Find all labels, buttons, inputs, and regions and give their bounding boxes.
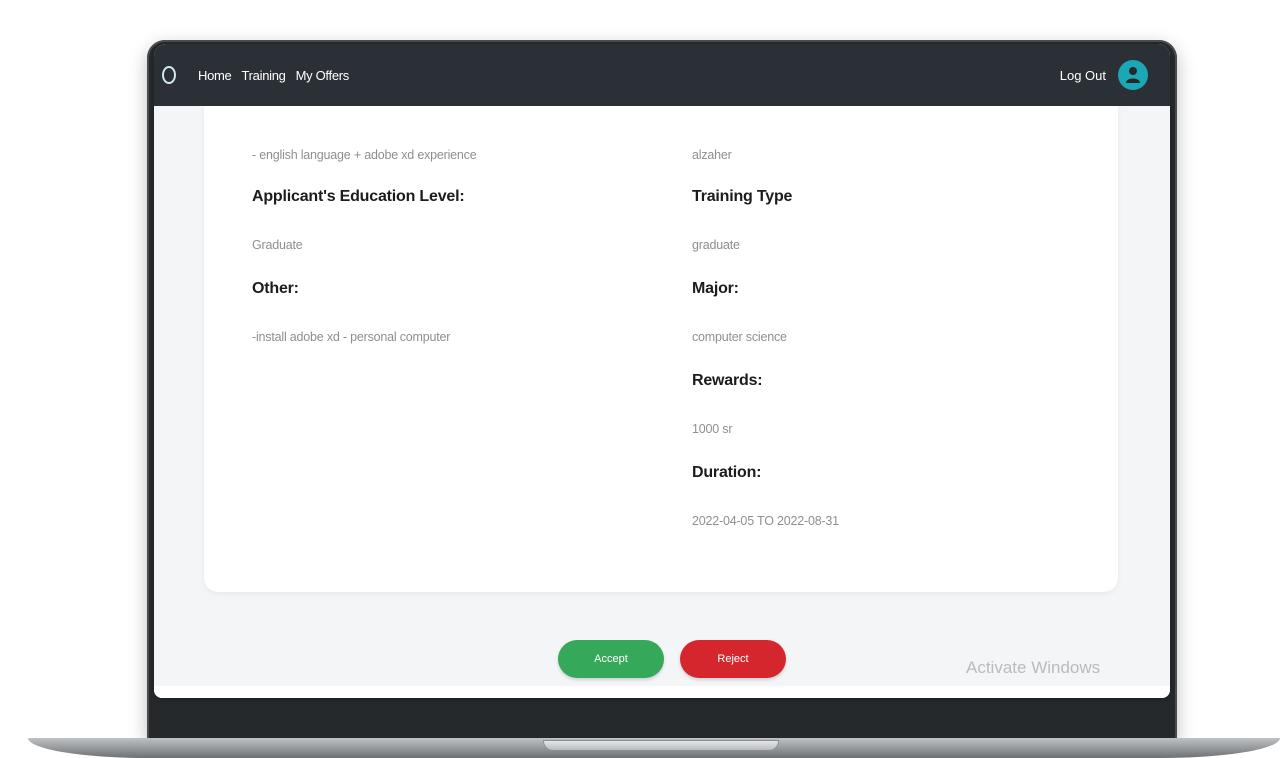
top-navbar: Home Training My Offers Log Out bbox=[154, 44, 1170, 106]
user-avatar[interactable] bbox=[1118, 60, 1148, 90]
major-value: computer science bbox=[692, 330, 787, 344]
accept-button[interactable]: Accept bbox=[558, 640, 664, 678]
training-type-value: graduate bbox=[692, 238, 740, 252]
training-type-heading: Training Type bbox=[692, 188, 793, 205]
education-heading: Applicant's Education Level: bbox=[252, 188, 465, 205]
skills-value: - english language + adobe xd experience bbox=[252, 148, 477, 162]
screen: Home Training My Offers Log Out - englis… bbox=[154, 44, 1170, 698]
education-value: Graduate bbox=[252, 238, 303, 252]
screen-bottom-strip bbox=[154, 686, 1170, 698]
company-value: alzaher bbox=[692, 148, 732, 162]
rewards-heading: Rewards: bbox=[692, 372, 763, 389]
logout-link[interactable]: Log Out bbox=[1060, 68, 1106, 83]
rewards-value: 1000 sr bbox=[692, 422, 733, 436]
app-logo-icon[interactable] bbox=[162, 66, 176, 84]
duration-value: 2022-04-05 TO 2022-08-31 bbox=[692, 514, 839, 528]
major-heading: Major: bbox=[692, 280, 739, 297]
reject-button[interactable]: Reject bbox=[680, 640, 786, 678]
nav-link-home[interactable]: Home bbox=[198, 68, 232, 83]
nav-right: Log Out bbox=[1060, 60, 1148, 90]
laptop-hinge bbox=[543, 740, 779, 751]
duration-heading: Duration: bbox=[692, 464, 762, 481]
other-heading: Other: bbox=[252, 280, 299, 297]
nav-link-training[interactable]: Training bbox=[241, 68, 285, 83]
activate-windows-watermark: Activate Windows bbox=[966, 658, 1101, 677]
other-value: -install adobe xd - personal computer bbox=[252, 330, 451, 344]
offer-details-card: - english language + adobe xd experience… bbox=[204, 106, 1118, 592]
user-icon bbox=[1126, 67, 1140, 83]
nav-link-my-offers[interactable]: My Offers bbox=[296, 68, 350, 83]
